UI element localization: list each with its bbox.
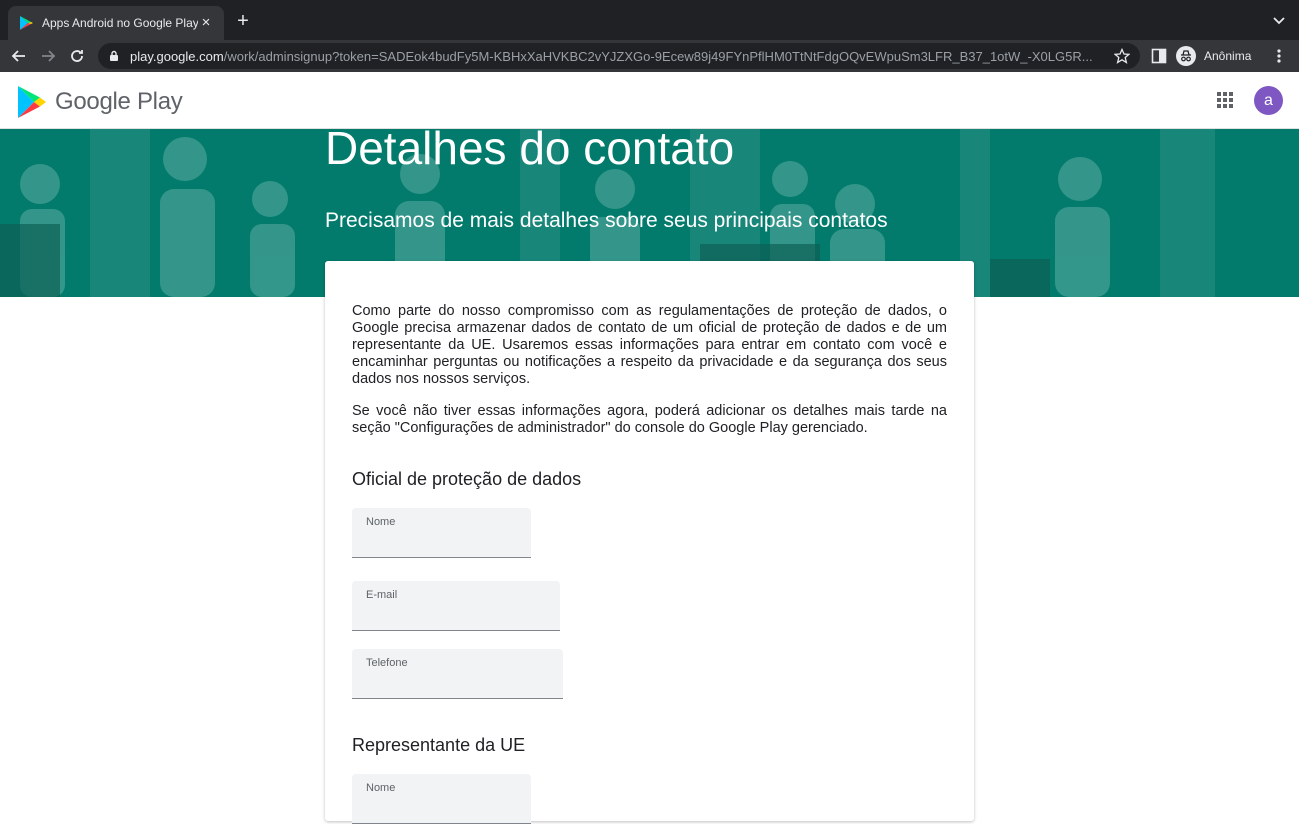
tab-search-chevron-icon[interactable] [1271, 12, 1287, 28]
lock-icon[interactable] [108, 50, 120, 62]
contact-details-card: Como parte do nosso compromisso com as r… [325, 261, 974, 824]
browser-menu-icon[interactable] [1270, 46, 1288, 66]
intro-paragraph-1: Como parte do nosso compromisso com as r… [352, 303, 947, 387]
dpo-email-label: E-mail [366, 589, 398, 601]
dpo-name-field[interactable]: Nome [352, 508, 531, 558]
new-tab-icon[interactable]: + [234, 11, 252, 31]
dpo-name-input[interactable] [366, 532, 517, 552]
google-play-wordmark[interactable]: Google Play [55, 88, 183, 116]
bookmark-star-icon[interactable] [1114, 48, 1130, 64]
tab-close-icon[interactable]: × [198, 15, 214, 31]
forward-icon[interactable] [38, 46, 58, 66]
back-icon[interactable] [9, 46, 29, 66]
incognito-indicator[interactable]: Anônima [1176, 44, 1251, 68]
dpo-email-input[interactable] [366, 605, 546, 625]
eu-rep-name-field[interactable]: Nome [352, 774, 531, 824]
url-text[interactable]: play.google.com/work/adminsignup?token=S… [130, 49, 1106, 64]
page-subtitle: Precisamos de mais detalhes sobre seus p… [325, 209, 888, 232]
browser-toolbar: play.google.com/work/adminsignup?token=S… [0, 40, 1299, 72]
side-panel-icon[interactable] [1151, 48, 1167, 64]
eu-rep-section-title: Representante da UE [352, 735, 526, 755]
intro-paragraph-2: Se você não tiver essas informações agor… [352, 403, 947, 436]
reload-icon[interactable] [67, 46, 87, 66]
dpo-section-title: Oficial de proteção de dados [352, 469, 582, 489]
incognito-label: Anônima [1204, 49, 1252, 63]
account-avatar[interactable]: a [1254, 86, 1283, 115]
dpo-phone-input[interactable] [366, 673, 549, 693]
google-play-logo-icon[interactable] [17, 85, 47, 119]
tab-title: Apps Android no Google Play [42, 16, 198, 30]
google-apps-icon[interactable] [1216, 91, 1234, 109]
page-title: Detalhes do contato [325, 122, 735, 174]
browser-tab[interactable]: Apps Android no Google Play × [8, 6, 224, 40]
eu-rep-name-label: Nome [366, 782, 396, 794]
eu-rep-name-input[interactable] [366, 798, 517, 818]
incognito-icon [1176, 46, 1196, 66]
dpo-phone-field[interactable]: Telefone [352, 649, 563, 699]
dpo-email-field[interactable]: E-mail [352, 581, 560, 631]
address-bar[interactable]: play.google.com/work/adminsignup?token=S… [98, 43, 1140, 69]
dpo-phone-label: Telefone [366, 657, 408, 669]
browser-tab-bar: Apps Android no Google Play × + [0, 0, 1299, 40]
intro-text: Como parte do nosso compromisso com as r… [352, 303, 947, 437]
dpo-name-label: Nome [366, 516, 396, 528]
google-play-favicon-icon [20, 16, 33, 30]
